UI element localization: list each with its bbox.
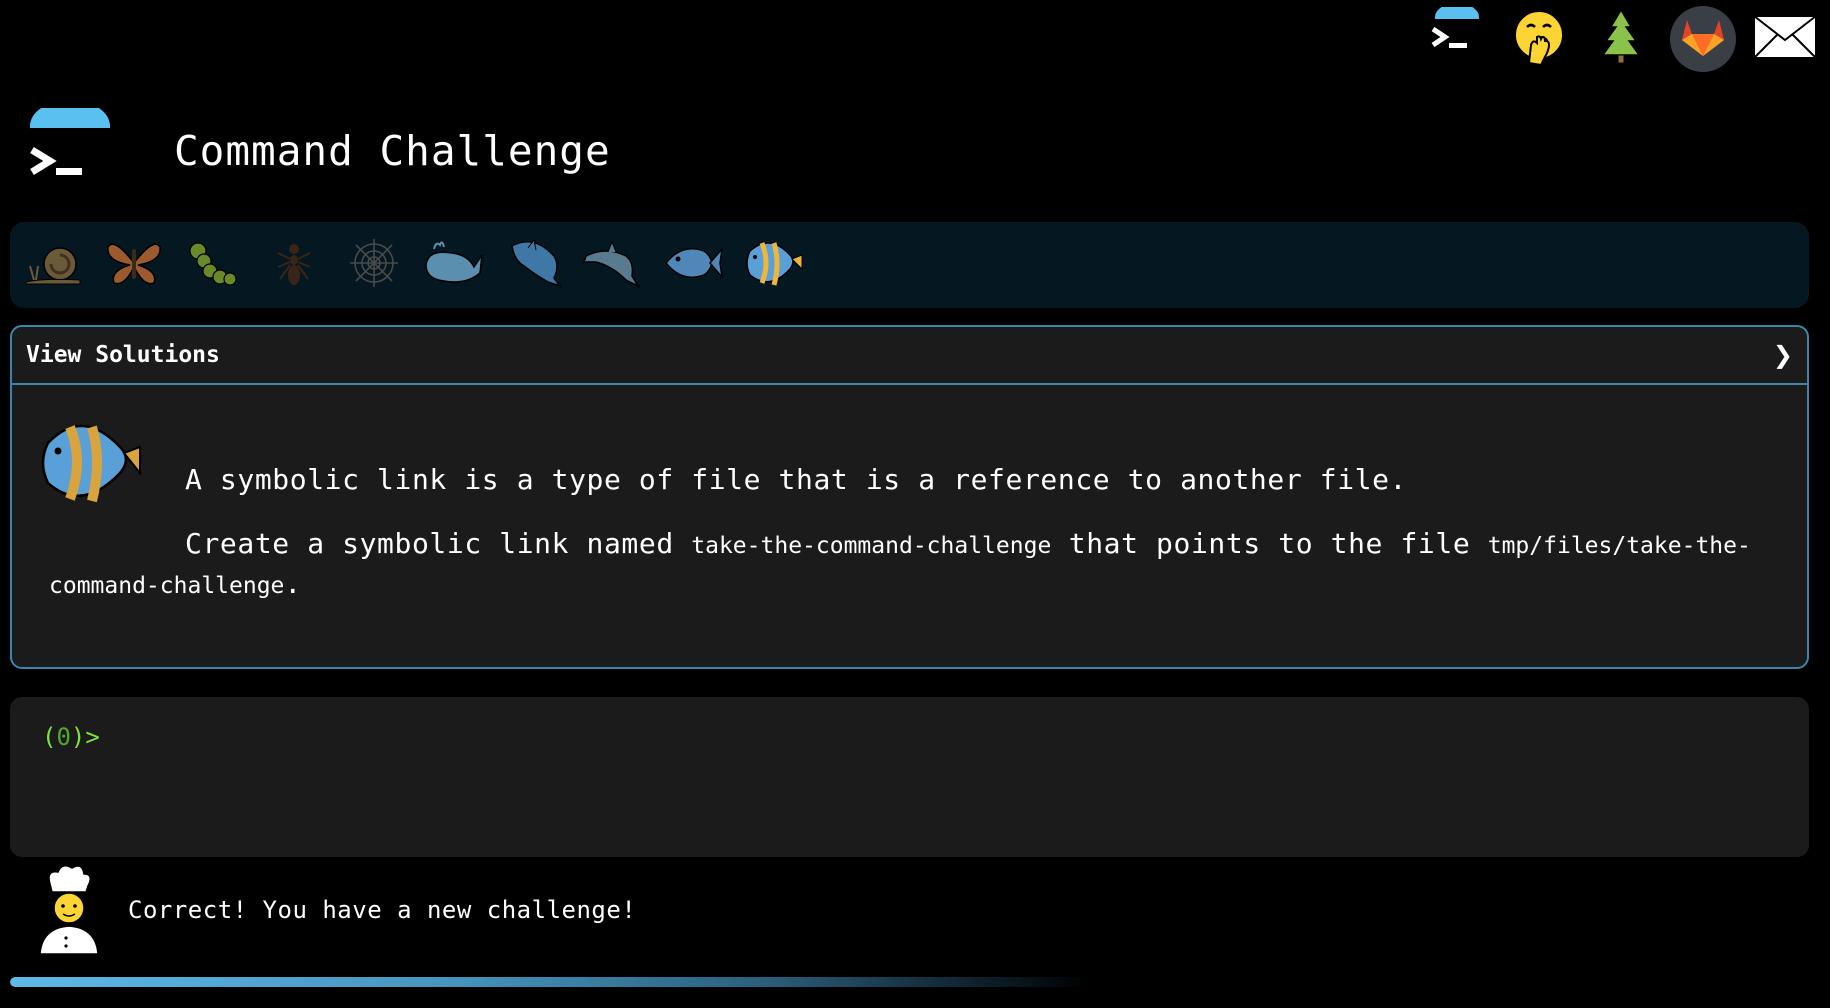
gitlab-icon (1680, 16, 1726, 62)
tropical-fish-icon (38, 413, 144, 509)
status-text: Correct! You have a new challenge! (128, 896, 637, 924)
progress-fill (10, 977, 1090, 987)
task-prefix: Create a symbolic link named (185, 527, 692, 560)
terminal[interactable]: (0)> (10, 697, 1809, 857)
prompt-open: ( (42, 723, 57, 751)
task-suffix: . (284, 567, 302, 600)
level-7[interactable] (502, 233, 566, 297)
whale-icon (422, 237, 486, 293)
page-title: Command Challenge (174, 127, 611, 176)
link-name-code: take-the-command-challenge (691, 533, 1052, 559)
terminal-logo-button[interactable] (1424, 3, 1490, 72)
fish-icon (664, 237, 724, 293)
chevron-right-icon: ❯ (1772, 341, 1793, 369)
view-solutions-toggle[interactable]: View Solutions ❯ (12, 327, 1807, 385)
level-4[interactable] (262, 233, 326, 297)
hint-button[interactable] (1506, 6, 1572, 72)
prompt-close: )> (70, 723, 100, 751)
level-9[interactable] (662, 233, 726, 297)
terminal-prompt: (0)> (42, 723, 100, 751)
challenge-panel: View Solutions ❯ A symbolic link is a ty… (10, 325, 1809, 669)
face-with-hand-over-mouth-icon (1509, 7, 1569, 71)
level-5[interactable] (342, 233, 406, 297)
view-solutions-label: View Solutions (26, 342, 220, 368)
ant-icon (264, 237, 324, 293)
level-strip (10, 222, 1809, 308)
dolphin-icon (504, 236, 564, 294)
caterpillar-icon (184, 237, 244, 293)
level-8[interactable] (582, 233, 646, 297)
status-message: Correct! You have a new challenge! (36, 862, 636, 958)
page: Command Challenge View Solutions ❯ A sym… (0, 0, 1830, 1008)
gitlab-button[interactable] (1670, 6, 1736, 72)
progress-bar (10, 977, 1809, 987)
prompt-count: 0 (56, 723, 71, 751)
mail-button[interactable] (1752, 6, 1818, 72)
level-6[interactable] (422, 233, 486, 297)
snail-icon (24, 238, 84, 292)
level-1[interactable] (22, 233, 86, 297)
dolphin-2-icon (582, 236, 646, 294)
terminal-logo-icon (1427, 3, 1487, 71)
butterfly-icon (104, 237, 164, 293)
spider-web-icon (344, 237, 404, 293)
envelope-icon (1752, 14, 1818, 64)
task-middle: that points to the file (1051, 527, 1488, 560)
logo-icon (26, 100, 114, 194)
level-3[interactable] (182, 233, 246, 297)
level-10-current[interactable] (742, 233, 806, 297)
header: Command Challenge (26, 100, 611, 203)
top-nav (1424, 3, 1818, 72)
tropical-fish-icon (744, 235, 804, 295)
tree-button[interactable] (1588, 6, 1654, 72)
chef-icon (36, 862, 102, 958)
tree-icon (1591, 7, 1651, 71)
level-2[interactable] (102, 233, 166, 297)
challenge-description-intro: A symbolic link is a type of file that i… (185, 463, 1408, 496)
challenge-task: Create a symbolic link named take-the-co… (49, 525, 1783, 605)
